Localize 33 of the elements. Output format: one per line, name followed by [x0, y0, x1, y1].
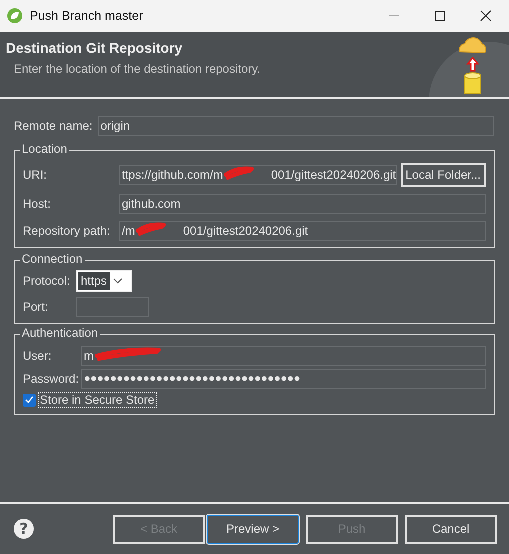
input-field[interactable]: m [81, 346, 486, 366]
group-title: Connection [20, 252, 85, 266]
input-field[interactable] [76, 297, 149, 317]
help-icon[interactable]: ? [14, 519, 34, 539]
chevron-down-icon [113, 278, 124, 284]
field-label: Repository path: [23, 224, 112, 238]
leaf-icon [7, 8, 23, 24]
field-label: Protocol: [23, 274, 72, 288]
group-title: Location [20, 142, 70, 156]
redaction-mark [95, 347, 161, 363]
local-folder-button[interactable]: Local Folder... [400, 163, 486, 187]
input-field[interactable]: github.com [119, 194, 486, 214]
page-title: Destination Git Repository [6, 40, 184, 56]
redaction-mark [224, 166, 254, 182]
dialog-button[interactable]: Preview > [207, 514, 299, 544]
checkbox-label[interactable]: Store in Secure Store [38, 392, 157, 408]
page-description: Enter the location of the destination repository. [14, 62, 262, 76]
redaction-mark [136, 222, 166, 238]
field-label: URI: [23, 168, 48, 182]
field-label: Host: [23, 197, 52, 211]
input-field[interactable]: ttps://github.com/m 001/gittest20240206.git [119, 165, 397, 185]
protocol-dropdown[interactable]: https [76, 270, 132, 292]
input-field[interactable]: /m 001/gittest20240206.git [119, 221, 486, 241]
dialog-button[interactable]: Cancel [405, 514, 497, 544]
window-title: Push Branch master [30, 9, 144, 23]
password-field[interactable]: ●●●●●●●●●●●●●●●●●●●●●●●●●●●●●●●●● [81, 369, 486, 389]
field-label: User: [23, 349, 53, 363]
group-title: Authentication [20, 326, 100, 340]
field-label: Port: [23, 300, 50, 314]
field-label: Password: [23, 372, 77, 386]
input-field[interactable]: origin [98, 116, 494, 136]
checkbox[interactable] [23, 394, 36, 406]
field-label: Remote name: [14, 119, 93, 133]
